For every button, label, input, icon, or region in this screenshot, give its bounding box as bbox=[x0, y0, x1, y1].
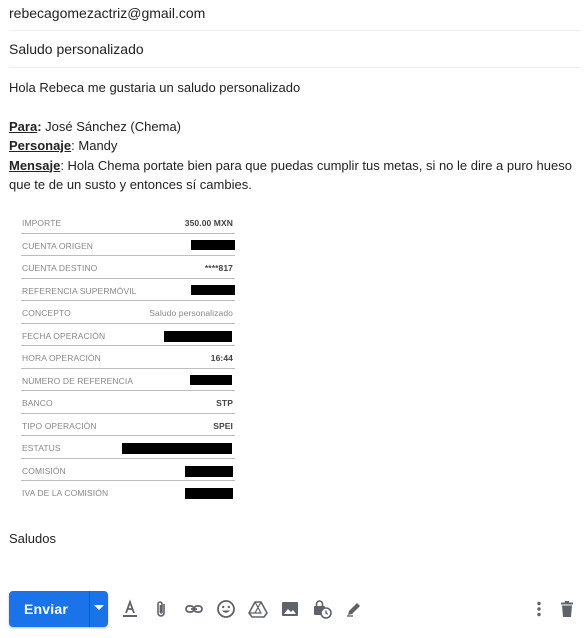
insert-photo-button[interactable] bbox=[279, 598, 301, 620]
discard-draft-button[interactable] bbox=[556, 598, 578, 620]
signature-icon bbox=[347, 603, 360, 617]
receipt-value: STP bbox=[216, 398, 233, 408]
formatting-icon bbox=[123, 599, 137, 617]
receipt-row-cuenta-destino: CUENTA DESTINO ****817 bbox=[21, 256, 235, 279]
subject-field[interactable]: Saludo personalizado bbox=[9, 33, 580, 68]
closing-line: Saludos bbox=[9, 531, 56, 546]
insert-signature-button[interactable] bbox=[343, 598, 365, 620]
personaje-line: Personaje: Mandy bbox=[9, 136, 581, 156]
greeting-line: Hola Rebeca me gustaria un saludo person… bbox=[9, 80, 301, 95]
insert-emoji-button[interactable] bbox=[215, 598, 237, 620]
receipt-label: HORA OPERACIÓN bbox=[22, 353, 101, 363]
para-line: Para: José Sánchez (Chema) bbox=[9, 117, 581, 137]
photo-icon bbox=[282, 602, 298, 616]
receipt-row-banco: BANCO STP bbox=[21, 391, 235, 414]
para-label: Para bbox=[9, 118, 38, 134]
mensaje-line: Mensaje: Hola Chema portate bien para qu… bbox=[9, 156, 581, 195]
attach-files-button[interactable] bbox=[151, 598, 173, 620]
redaction-bar bbox=[185, 465, 233, 477]
insert-link-button[interactable] bbox=[183, 598, 205, 620]
message-body[interactable]: Hola Rebeca me gustaria un saludo person… bbox=[9, 78, 581, 195]
send-options-button[interactable] bbox=[90, 591, 108, 627]
receipt-label: FECHA OPERACIÓN bbox=[22, 330, 106, 341]
receipt-row-cuenta-origen: CUENTA ORIGEN bbox=[21, 234, 235, 256]
redaction-bar bbox=[185, 488, 233, 499]
receipt-label: ESTATUS bbox=[22, 443, 61, 453]
receipt-row-hora-operacion: HORA OPERACIÓN 16:44 bbox=[21, 346, 235, 369]
receipt-value: Saludo personalizado bbox=[149, 308, 233, 318]
receipt-label: CUENTA ORIGEN bbox=[22, 240, 94, 251]
formatting-options-button[interactable] bbox=[119, 598, 141, 620]
drive-icon bbox=[248, 601, 268, 618]
receipt-label: CUENTA DESTINO bbox=[22, 263, 98, 273]
to-recipient[interactable]: rebecagomezactriz@gmail.com bbox=[9, 5, 205, 21]
insert-drive-button[interactable] bbox=[247, 598, 269, 620]
receipt-label: REFERENCIA SUPERMÓVIL bbox=[22, 285, 137, 296]
receipt-value: 16:44 bbox=[210, 353, 233, 363]
more-options-button[interactable] bbox=[528, 598, 550, 620]
receipt-label: IVA DE LA COMISIÓN bbox=[22, 488, 109, 498]
receipt-row-importe: IMPORTE 350.00 MXN bbox=[21, 211, 235, 234]
redaction-bar bbox=[191, 284, 235, 295]
attach-icon bbox=[157, 601, 165, 617]
confidential-mode-button[interactable] bbox=[311, 598, 333, 620]
link-icon bbox=[185, 605, 203, 613]
more-options-icon bbox=[537, 601, 541, 617]
redaction-bar bbox=[191, 239, 235, 250]
personaje-label: Personaje bbox=[9, 138, 72, 153]
receipt-row-estatus: ESTATUS bbox=[21, 436, 235, 459]
receipt-row-tipo-operacion: TIPO OPERACIÓN SPEI bbox=[21, 414, 235, 436]
receipt-row-concepto: CONCEPTO Saludo personalizado bbox=[21, 301, 235, 324]
receipt-label: BANCO bbox=[22, 398, 53, 408]
discard-icon bbox=[561, 601, 573, 617]
send-button[interactable]: Enviar bbox=[9, 591, 83, 627]
transfer-receipt-image: IMPORTE 350.00 MXN CUENTA ORIGEN CUENTA … bbox=[21, 211, 235, 504]
send-button-group: Enviar bbox=[9, 591, 108, 627]
receipt-value: 350.00 MXN bbox=[184, 218, 233, 228]
receipt-value: SPEI bbox=[213, 420, 233, 431]
chevron-down-icon bbox=[94, 605, 104, 610]
receipt-label: TIPO OPERACIÓN bbox=[22, 420, 97, 431]
receipt-label: CONCEPTO bbox=[22, 308, 71, 318]
para-value: José Sánchez (Chema) bbox=[41, 118, 181, 134]
subject-text[interactable]: Saludo personalizado bbox=[9, 41, 144, 57]
emoji-icon bbox=[217, 600, 235, 618]
to-field[interactable]: rebecagomezactriz@gmail.com bbox=[9, 0, 580, 31]
receipt-row-numero-referencia: NÚMERO DE REFERENCIA bbox=[21, 369, 235, 391]
personaje-value: : Mandy bbox=[71, 138, 118, 153]
receipt-value: ****817 bbox=[204, 263, 233, 273]
compose-toolbar: Enviar bbox=[0, 590, 588, 630]
receipt-row-iva-comision: IVA DE LA COMISIÓN bbox=[21, 481, 235, 504]
redaction-bar bbox=[122, 443, 232, 454]
redaction-bar bbox=[190, 374, 232, 385]
receipt-label: IMPORTE bbox=[22, 218, 62, 228]
mensaje-label: Mensaje bbox=[9, 157, 61, 173]
redaction-bar bbox=[164, 330, 232, 342]
receipt-row-comision: COMISIÓN bbox=[21, 459, 235, 481]
confidential-icon bbox=[314, 600, 332, 619]
receipt-label: NÚMERO DE REFERENCIA bbox=[22, 375, 134, 386]
mensaje-value: : Hola Chema portate bien para que pueda… bbox=[9, 157, 572, 193]
receipt-label: COMISIÓN bbox=[22, 465, 66, 476]
receipt-row-fecha-operacion: FECHA OPERACIÓN bbox=[21, 324, 235, 346]
receipt-row-referencia-supermovil: REFERENCIA SUPERMÓVIL bbox=[21, 279, 235, 301]
